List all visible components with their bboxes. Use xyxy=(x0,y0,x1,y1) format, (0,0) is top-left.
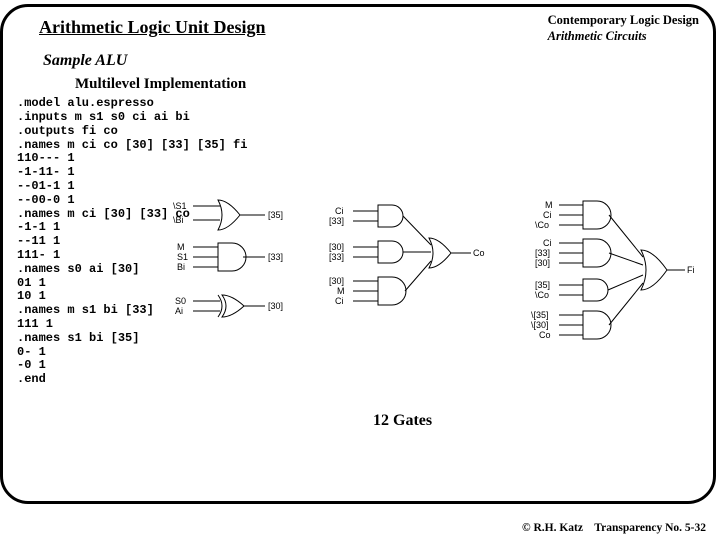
label: [35] xyxy=(535,280,550,290)
and-gate-icon xyxy=(378,241,403,263)
label: [30] xyxy=(329,242,344,252)
label: [33] xyxy=(535,248,550,258)
subtitle-sample: Sample ALU xyxy=(43,52,713,70)
and-gate-icon xyxy=(583,239,611,267)
label: \S1 xyxy=(173,201,187,211)
label: [30] xyxy=(268,301,283,311)
or-gate-icon xyxy=(218,200,240,230)
header-right-line2: Arithmetic Circuits xyxy=(548,29,699,45)
and-gate-icon xyxy=(583,279,608,301)
and-gate-icon xyxy=(378,205,403,227)
transparency-number: Transparency No. 5-32 xyxy=(594,522,706,534)
label: [30] xyxy=(329,276,344,286)
and-gate-icon xyxy=(583,201,611,229)
label: Bi xyxy=(177,262,185,272)
label: \Bi xyxy=(173,215,184,225)
or-gate-icon xyxy=(641,250,667,290)
logic-diagram: \S1 \Bi [35] M S1 Bi [33] S0 Ai [30] Ci xyxy=(173,195,703,405)
label: Ci xyxy=(543,210,552,220)
subtitle-multilevel: Multilevel Implementation xyxy=(75,76,713,93)
label: [33] xyxy=(329,216,344,226)
slide-border: Arithmetic Logic Unit Design Contemporar… xyxy=(0,4,716,504)
label: \Co xyxy=(535,220,549,230)
label: Ci xyxy=(335,296,344,306)
label: Co xyxy=(539,330,551,340)
and-gate-icon xyxy=(218,243,246,271)
label: \[30] xyxy=(531,320,549,330)
label: \[35] xyxy=(531,310,549,320)
page-title: Arithmetic Logic Unit Design xyxy=(39,17,265,38)
and-gate-icon xyxy=(378,277,406,305)
label: \Co xyxy=(535,290,549,300)
label: Co xyxy=(473,248,485,258)
label: Ci xyxy=(543,238,552,248)
gates-svg: \S1 \Bi [35] M S1 Bi [33] S0 Ai [30] Ci xyxy=(173,195,703,405)
gate-count-label: 12 Gates xyxy=(373,412,432,430)
label: [30] xyxy=(535,258,550,268)
label: [33] xyxy=(329,252,344,262)
label: M xyxy=(177,242,185,252)
footer: © R.H. Katz Transparency No. 5-32 xyxy=(0,522,710,534)
label: S1 xyxy=(177,252,188,262)
copyright: © R.H. Katz xyxy=(522,522,583,534)
label: M xyxy=(337,286,345,296)
header-right-line1: Contemporary Logic Design xyxy=(548,13,699,29)
label: S0 xyxy=(175,296,186,306)
label: [33] xyxy=(268,252,283,262)
label: [35] xyxy=(268,210,283,220)
header-right: Contemporary Logic Design Arithmetic Cir… xyxy=(548,13,699,44)
header-row: Arithmetic Logic Unit Design Contemporar… xyxy=(3,7,713,46)
or-gate-icon xyxy=(429,238,451,268)
label: Ci xyxy=(335,206,344,216)
and-gate-icon xyxy=(583,311,611,339)
label: Fi xyxy=(687,265,695,275)
label: Ai xyxy=(175,306,183,316)
xor-gate-icon xyxy=(218,295,244,317)
label: M xyxy=(545,200,553,210)
